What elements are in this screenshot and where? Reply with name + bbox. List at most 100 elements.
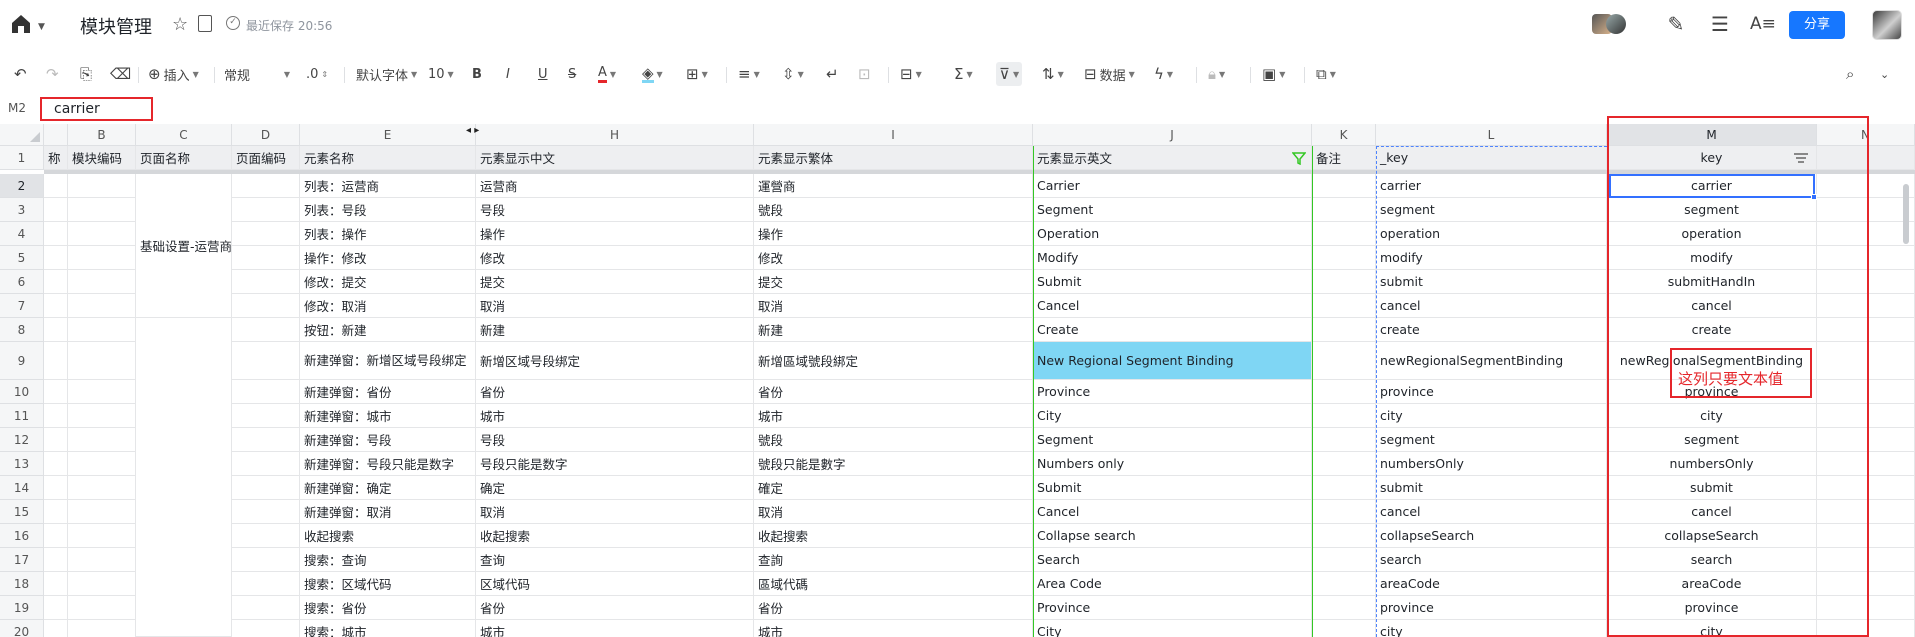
table-cell[interactable] [44, 198, 68, 222]
table-cell[interactable]: Carrier [1033, 174, 1312, 198]
wrap-text-icon[interactable]: ↵ [826, 62, 839, 86]
table-cell[interactable] [232, 548, 300, 572]
eraser-icon[interactable]: ⌫ [110, 62, 131, 86]
sum-button[interactable]: Σ ▼ [954, 62, 973, 86]
column-header[interactable]: C [136, 124, 232, 146]
lock-button[interactable]: 🔒︎ ▼ [1208, 62, 1225, 86]
table-cell[interactable]: Area Code [1033, 572, 1312, 596]
table-cell[interactable]: operation [1376, 222, 1607, 246]
table-cell[interactable] [68, 596, 136, 620]
table-cell[interactable] [1312, 404, 1376, 428]
table-cell[interactable] [232, 572, 300, 596]
table-cell[interactable]: 收起搜索 [476, 524, 754, 548]
table-cell[interactable]: 操作：修改 [300, 246, 476, 270]
table-cell[interactable]: 確定 [754, 476, 1033, 500]
table-cell[interactable]: 號段 [754, 198, 1033, 222]
data-button[interactable]: ⊟ 数据 ▼ [1084, 62, 1135, 86]
hidden-columns-icon[interactable]: ◂ ▸ [466, 125, 479, 136]
table-cell[interactable]: Cancel [1033, 500, 1312, 524]
table-cell[interactable] [1312, 620, 1376, 637]
row-header[interactable]: 13 [0, 452, 44, 476]
table-cell[interactable]: 修改 [476, 246, 754, 270]
home-icon[interactable] [10, 14, 32, 34]
table-cell[interactable]: 操作 [754, 222, 1033, 246]
table-cell[interactable]: Province [1033, 596, 1312, 620]
table-cell[interactable]: province [1376, 596, 1607, 620]
table-cell[interactable]: 列表：号段 [300, 198, 476, 222]
table-cell[interactable]: modify [1376, 246, 1607, 270]
font-family-select[interactable]: 默认字体 ▼ [356, 62, 417, 86]
table-cell[interactable]: carrier [1376, 174, 1607, 198]
table-cell[interactable] [44, 428, 68, 452]
table-cell[interactable]: 号段 [476, 198, 754, 222]
table-cell[interactable] [1312, 596, 1376, 620]
table-cell[interactable] [68, 548, 136, 572]
row-header[interactable]: 6 [0, 270, 44, 294]
column-header[interactable]: I [754, 124, 1033, 146]
table-cell[interactable] [68, 198, 136, 222]
table-cell[interactable] [1312, 548, 1376, 572]
header-cell[interactable]: _key [1376, 146, 1607, 170]
table-cell[interactable]: 修改：取消 [300, 294, 476, 318]
table-cell[interactable] [232, 380, 300, 404]
table-cell[interactable]: Cancel [1033, 294, 1312, 318]
column-header[interactable]: E [300, 124, 476, 146]
table-cell[interactable] [1312, 246, 1376, 270]
table-cell[interactable]: 查詢 [754, 548, 1033, 572]
table-cell[interactable] [68, 380, 136, 404]
table-cell[interactable] [44, 380, 68, 404]
table-cell[interactable]: Submit [1033, 476, 1312, 500]
column-header[interactable] [44, 124, 68, 146]
table-cell[interactable]: 新建弹窗：确定 [300, 476, 476, 500]
doc-icon[interactable] [198, 15, 212, 32]
table-cell[interactable]: 城市 [476, 620, 754, 637]
search-icon[interactable]: ⌕ [1846, 62, 1854, 86]
table-cell[interactable]: 取消 [476, 500, 754, 524]
table-cell[interactable]: Numbers only [1033, 452, 1312, 476]
merged-page-name-cell[interactable] [136, 318, 232, 637]
table-cell[interactable] [68, 524, 136, 548]
table-cell[interactable]: 取消 [754, 500, 1033, 524]
table-cell[interactable]: 新建 [476, 318, 754, 342]
align-button[interactable]: ≡ ▼ [738, 62, 760, 86]
table-cell[interactable] [232, 476, 300, 500]
table-cell[interactable] [68, 428, 136, 452]
table-cell[interactable]: submit [1376, 270, 1607, 294]
select-all-corner[interactable] [0, 124, 44, 146]
table-cell[interactable]: submit [1376, 476, 1607, 500]
table-cell[interactable] [68, 174, 136, 198]
share-button[interactable]: 分享 [1789, 11, 1845, 39]
table-cell[interactable]: cancel [1376, 500, 1607, 524]
table-cell[interactable] [68, 620, 136, 637]
table-cell[interactable]: Search [1033, 548, 1312, 572]
row-header[interactable]: 4 [0, 222, 44, 246]
underline-button[interactable]: U [538, 62, 548, 86]
header-cell[interactable]: 称 [44, 146, 68, 170]
format-painter-icon[interactable]: ⎘ [80, 62, 92, 86]
plugin-button[interactable]: ⧉ ▼ [1316, 62, 1336, 86]
table-cell[interactable]: cancel [1376, 294, 1607, 318]
star-icon[interactable]: ☆ [172, 14, 188, 35]
table-cell[interactable] [44, 404, 68, 428]
table-cell[interactable] [1312, 270, 1376, 294]
table-cell[interactable]: 按钮：新建 [300, 318, 476, 342]
image-button[interactable]: ▣ ▼ [1262, 62, 1285, 86]
table-cell[interactable]: 收起搜索 [754, 524, 1033, 548]
table-cell[interactable]: search [1376, 548, 1607, 572]
row-header[interactable]: 7 [0, 294, 44, 318]
border-button[interactable]: ⊞ ▼ [686, 62, 708, 86]
table-cell[interactable] [44, 620, 68, 637]
table-cell[interactable]: 列表：操作 [300, 222, 476, 246]
italic-button[interactable]: I [506, 62, 510, 86]
table-cell[interactable]: 新建弹窗：新增区域号段绑定 [300, 342, 476, 380]
column-header[interactable]: D [232, 124, 300, 146]
table-cell[interactable] [1312, 174, 1376, 198]
table-cell[interactable] [232, 428, 300, 452]
table-cell[interactable]: 省份 [754, 596, 1033, 620]
table-cell[interactable]: areaCode [1376, 572, 1607, 596]
table-cell[interactable]: 新建弹窗：号段 [300, 428, 476, 452]
row-header[interactable]: 8 [0, 318, 44, 342]
table-cell[interactable] [232, 198, 300, 222]
table-cell[interactable] [44, 222, 68, 246]
table-cell[interactable]: Create [1033, 318, 1312, 342]
